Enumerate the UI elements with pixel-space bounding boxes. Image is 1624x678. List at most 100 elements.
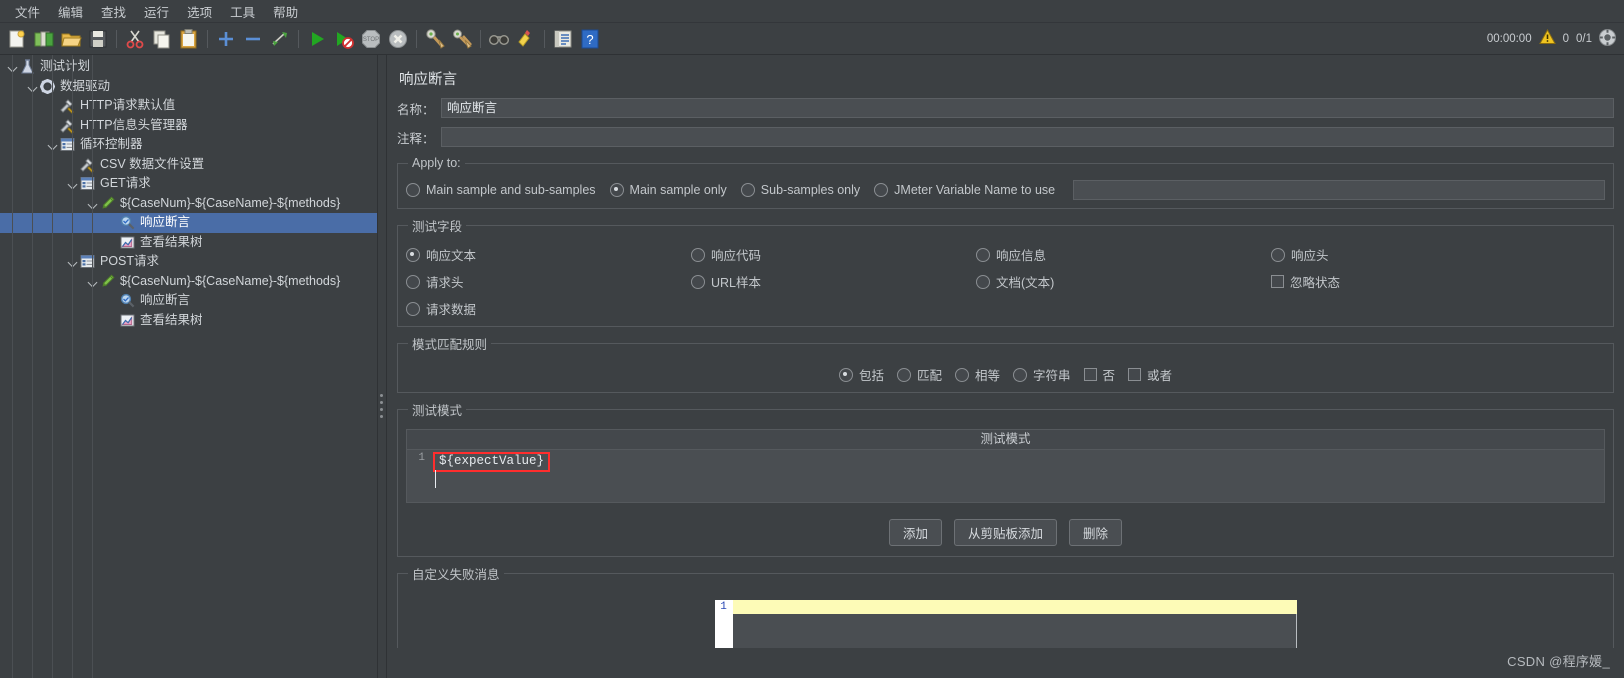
new-file-icon[interactable] — [6, 28, 28, 50]
search-reset-icon[interactable] — [515, 28, 537, 50]
expand-all-icon[interactable] — [215, 28, 237, 50]
tree-node-view-results-tree-post[interactable]: 查看结果树 — [0, 311, 377, 331]
radio-marker[interactable] — [609, 183, 624, 197]
start-no-timers-icon[interactable] — [333, 28, 355, 50]
radio-response-code[interactable]: 响应代码 — [691, 245, 976, 264]
tree-node-data-driven[interactable]: 数据驱动 — [0, 77, 377, 97]
clear-icon[interactable] — [424, 28, 446, 50]
thread-status-icon[interactable] — [1599, 28, 1616, 49]
menu-tools[interactable]: 工具 — [221, 0, 264, 23]
radio-document-text[interactable]: 文档(文本) — [976, 272, 1271, 291]
radio-matches[interactable]: 匹配 — [896, 365, 942, 384]
radio-marker[interactable] — [406, 247, 420, 262]
radio-marker[interactable] — [976, 274, 990, 289]
radio-marker[interactable] — [896, 367, 911, 382]
tree-node-test-plan[interactable]: 测试计划 — [0, 57, 377, 77]
delete-pattern-button[interactable]: 删除 — [1069, 519, 1123, 546]
copy-icon[interactable] — [151, 28, 173, 50]
clear-all-icon[interactable] — [451, 28, 473, 50]
pattern-value-cell[interactable]: ${expectValue} — [433, 452, 551, 472]
radio-main-only[interactable]: Main sample only — [609, 183, 727, 197]
custom-fail-message-editor[interactable]: 1 — [714, 600, 1297, 648]
checkbox-marker[interactable] — [1128, 368, 1142, 381]
add-pattern-button[interactable]: 添加 — [888, 519, 942, 546]
radio-response-message[interactable]: 响应信息 — [976, 245, 1271, 264]
test-plan-tree[interactable]: 测试计划 数据驱动 HTTP请求默认值 HTTP信息头管理器 循环控制器 CSV 数据文件… — [0, 55, 377, 678]
tree-node-response-assertion-get[interactable]: 响应断言 — [0, 213, 377, 233]
test-patterns-table[interactable]: 1 ${expectValue} — [406, 449, 1605, 503]
toggle-icon[interactable] — [269, 28, 291, 50]
shutdown-icon[interactable] — [387, 28, 409, 50]
checkbox-marker[interactable] — [1083, 368, 1097, 381]
radio-marker[interactable] — [954, 367, 969, 382]
stop-icon[interactable]: STOP — [360, 28, 382, 50]
radio-jmeter-variable[interactable]: JMeter Variable Name to use — [874, 183, 1055, 197]
tree-node-get-request[interactable]: GET请求 — [0, 174, 377, 194]
radio-main-and-sub[interactable]: Main sample and sub-samples — [406, 183, 596, 197]
save-icon[interactable] — [87, 28, 109, 50]
radio-marker[interactable] — [838, 367, 853, 382]
radio-response-headers[interactable]: 响应头 — [1271, 245, 1605, 264]
radio-response-text[interactable]: 响应文本 — [406, 245, 691, 264]
radio-marker[interactable] — [406, 183, 420, 197]
tree-node-get-sampler[interactable]: ${CaseNum}-${CaseName}-${methods} — [0, 194, 377, 214]
comment-input[interactable] — [441, 127, 1614, 147]
tree-node-loop-controller[interactable]: 循环控制器 — [0, 135, 377, 155]
tree-node-view-results-tree-get[interactable]: 查看结果树 — [0, 233, 377, 253]
splitter-grip[interactable] — [380, 394, 384, 420]
paste-icon[interactable] — [178, 28, 200, 50]
radio-url-sample[interactable]: URL样本 — [691, 272, 976, 291]
table-row[interactable]: ${expectValue} — [433, 452, 551, 472]
tree-node-http-header-manager[interactable]: HTTP信息头管理器 — [0, 116, 377, 136]
radio-marker[interactable] — [406, 301, 420, 316]
radio-marker[interactable] — [740, 183, 755, 197]
name-input[interactable] — [441, 98, 1614, 118]
checkbox-ignore-status[interactable]: 忽略状态 — [1271, 272, 1605, 291]
warning-icon[interactable] — [1538, 28, 1556, 48]
menu-help[interactable]: 帮助 — [264, 0, 307, 23]
help-icon[interactable]: ? — [579, 28, 601, 50]
fail-message-active-line[interactable] — [732, 600, 1297, 614]
tree-node-csv-data-set[interactable]: CSV 数据文件设置 — [0, 155, 377, 175]
menu-options[interactable]: 选项 — [178, 0, 221, 23]
jmeter-variable-input[interactable] — [1073, 180, 1605, 200]
radio-substring[interactable]: 字符串 — [1013, 365, 1071, 384]
checkbox-marker[interactable] — [1271, 275, 1284, 288]
tree-node-response-assertion-post[interactable]: 响应断言 — [0, 291, 377, 311]
radio-equals[interactable]: 相等 — [954, 365, 1000, 384]
radio-marker[interactable] — [874, 183, 889, 197]
radio-request-headers[interactable]: 请求头 — [406, 272, 691, 291]
radio-marker[interactable] — [406, 274, 420, 289]
sampler-icon — [99, 195, 120, 212]
panel-splitter[interactable] — [377, 55, 387, 678]
checkbox-not[interactable]: 否 — [1083, 365, 1115, 384]
tree-node-http-defaults[interactable]: HTTP请求默认值 — [0, 96, 377, 116]
controller-icon — [79, 175, 100, 192]
start-icon[interactable] — [306, 28, 328, 50]
radio-request-data[interactable]: 请求数据 — [406, 299, 691, 318]
radio-marker[interactable] — [691, 274, 705, 289]
search-icon[interactable] — [488, 28, 510, 50]
radio-marker[interactable] — [976, 247, 990, 262]
tree-node-post-request[interactable]: POST请求 — [0, 252, 377, 272]
radio-contains[interactable]: 包括 — [838, 365, 884, 384]
radio-marker[interactable] — [1013, 367, 1027, 382]
tree-node-post-sampler[interactable]: ${CaseNum}-${CaseName}-${methods} — [0, 272, 377, 292]
menu-edit[interactable]: 编辑 — [49, 0, 92, 23]
cut-icon[interactable] — [124, 28, 146, 50]
checkbox-or[interactable]: 或者 — [1128, 365, 1172, 384]
fail-message-text-area[interactable] — [732, 600, 1297, 648]
radio-sub-only[interactable]: Sub-samples only — [740, 183, 860, 197]
templates-icon[interactable] — [33, 28, 55, 50]
menu-run[interactable]: 运行 — [135, 0, 178, 23]
add-from-clipboard-button[interactable]: 从剪贴板添加 — [953, 519, 1057, 546]
fail-message-body[interactable] — [732, 614, 1297, 648]
radio-marker[interactable] — [691, 247, 705, 262]
menu-search[interactable]: 查找 — [92, 0, 135, 23]
open-folder-icon[interactable] — [60, 28, 82, 50]
radio-marker[interactable] — [1271, 247, 1285, 262]
function-helper-icon[interactable] — [552, 28, 574, 50]
collapse-all-icon[interactable] — [242, 28, 264, 50]
menu-file[interactable]: 文件 — [6, 0, 49, 23]
